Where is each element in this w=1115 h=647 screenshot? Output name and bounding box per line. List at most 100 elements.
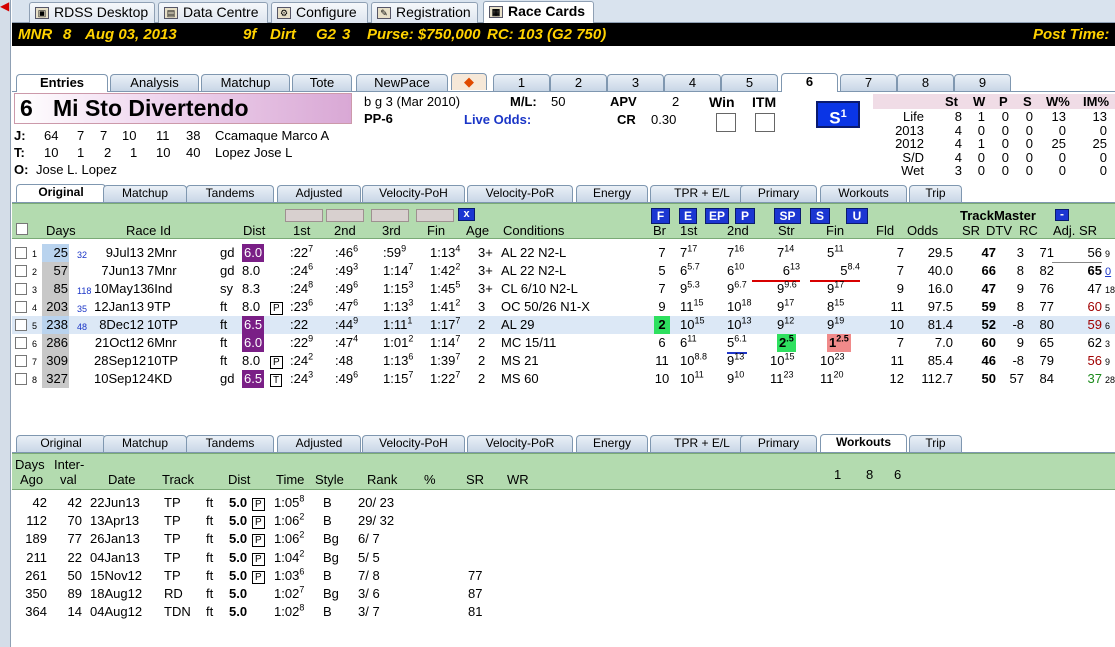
subtab-velocity-poh[interactable]: Velocity-PoH xyxy=(362,185,465,202)
subtab-adjusted[interactable]: Adjusted xyxy=(277,185,361,202)
select-all-checkbox[interactable] xyxy=(16,223,28,235)
col-call-3[interactable]: 3rd xyxy=(382,223,401,239)
tab-horse-5[interactable]: 5 xyxy=(721,74,778,91)
tab-configure[interactable]: ⚙ Configure xyxy=(271,2,368,23)
col-dtv[interactable]: DTV xyxy=(986,223,1012,239)
pace-filter-ep[interactable]: EP xyxy=(705,208,729,224)
tab-horse-9[interactable]: 9 xyxy=(954,74,1011,91)
subtab-trip[interactable]: Trip xyxy=(909,185,962,202)
filter-button-1[interactable] xyxy=(285,209,323,222)
filter-clear-button[interactable]: x xyxy=(458,208,475,221)
subtab-workouts[interactable]: Workouts xyxy=(820,185,907,202)
pp-row[interactable]: 6 286 21Oct12 6Mnr ft 6.0:229:474 1:012 1:147 2 M… xyxy=(12,334,1115,354)
race-id[interactable]: 10TP xyxy=(147,352,178,370)
tab-rdss-desktop[interactable]: ▣ RDSS Desktop xyxy=(29,2,155,23)
pace-filter-e[interactable]: E xyxy=(679,208,697,224)
filter-button-3[interactable] xyxy=(371,209,409,222)
race-id[interactable]: 10TP xyxy=(147,316,178,334)
filter-button-2[interactable] xyxy=(326,209,364,222)
pace-filter-f[interactable]: F xyxy=(651,208,670,224)
race-id[interactable]: 9TP xyxy=(147,298,171,316)
pp-row[interactable]: 4 203 35 12Jan13 9TP ft 8.0 P:236:476 1:133 1:412… xyxy=(12,298,1115,316)
race-date[interactable]: 21Oct12 xyxy=(94,334,144,352)
row-checkbox[interactable] xyxy=(15,247,27,259)
col-dist[interactable]: Dist xyxy=(243,223,265,239)
race-date[interactable]: 28Sep12 xyxy=(94,352,146,370)
pp-row[interactable]: 8 327 10Sep12 4KD gd 6.5 T:243:496 1:157 1:227 2 M… xyxy=(12,370,1115,388)
subtab-velocity-poh[interactable]: Velocity-PoH xyxy=(362,435,465,452)
row-checkbox[interactable] xyxy=(15,319,27,331)
workout-row[interactable]: 112 70 13Apr13 TP ft 5.0 P 1:062 B 29/ 32 xyxy=(12,512,612,530)
race-date[interactable]: 12Jan13 xyxy=(94,298,144,316)
workout-row[interactable]: 364 14 04Aug12 TDN ft 5.0 1:028 B 3/ 7 81 xyxy=(12,603,612,621)
tab-matchup[interactable]: Matchup xyxy=(201,74,290,91)
subtab-primary[interactable]: Primary xyxy=(740,435,817,452)
subtab-energy[interactable]: Energy xyxy=(576,185,648,202)
tab-horse-7[interactable]: 7 xyxy=(840,74,897,91)
subtab-velocity-por[interactable]: Velocity-PoR xyxy=(467,185,573,202)
subtab-tpr-e-l[interactable]: TPR + E/L xyxy=(650,185,754,202)
pace-filter-sp[interactable]: SP xyxy=(774,208,801,224)
subtab-matchup[interactable]: Matchup xyxy=(103,435,187,452)
workout-row[interactable]: 350 89 18Aug12 RD ft 5.0 1:027 Bg 3/ 6 87 xyxy=(12,585,612,603)
subtab-original[interactable]: Original xyxy=(16,184,106,202)
pp-row[interactable]: 1 25 32 9Jul13 2Mnr gd 6.0:227:466:599 1:134 3+ A… xyxy=(12,244,1115,263)
col-call-2[interactable]: 2nd xyxy=(334,223,356,239)
tab-race-cards[interactable]: ▦ Race Cards xyxy=(483,1,594,24)
race-id[interactable]: 6Mnr xyxy=(147,334,177,352)
row-checkbox[interactable] xyxy=(15,355,27,367)
col-br[interactable]: Br xyxy=(653,223,666,239)
col-call-1[interactable]: 1st xyxy=(293,223,310,239)
subtab-energy[interactable]: Energy xyxy=(576,435,648,452)
race-id[interactable]: 7Mnr xyxy=(147,262,177,280)
col-1st[interactable]: 1st xyxy=(680,223,697,239)
tab-horse-2[interactable]: 2 xyxy=(550,74,607,91)
row-checkbox[interactable] xyxy=(15,265,27,277)
tab-newpace[interactable]: NewPace xyxy=(356,74,448,91)
pace-filter-p[interactable]: P xyxy=(735,208,755,224)
back-arrow-icon[interactable]: ◀ xyxy=(0,0,12,12)
tab-data-centre[interactable]: ▤ Data Centre xyxy=(158,2,268,23)
col-rc[interactable]: RC xyxy=(1019,223,1038,239)
tab-entries[interactable]: Entries xyxy=(16,74,108,92)
pace-filter-s[interactable]: S xyxy=(810,208,830,224)
race-date[interactable]: 9Jul13 xyxy=(94,244,144,262)
row-checkbox[interactable] xyxy=(15,301,27,313)
col-fin-time[interactable]: Fin xyxy=(427,223,445,239)
col-sr[interactable]: SR xyxy=(962,223,980,239)
itm-checkbox[interactable] xyxy=(755,113,775,132)
col-conditions[interactable]: Conditions xyxy=(503,223,564,239)
race-date[interactable]: 10Sep12 xyxy=(94,370,146,388)
subtab-adjusted[interactable]: Adjusted xyxy=(277,435,361,452)
col-fin[interactable]: Fin xyxy=(826,223,844,239)
col-age[interactable]: Age xyxy=(466,223,489,239)
subtab-trip[interactable]: Trip xyxy=(909,435,962,452)
trainer-name[interactable]: Lopez Jose L xyxy=(215,145,292,161)
subtab-tandems[interactable]: Tandems xyxy=(186,435,274,452)
col-days[interactable]: Days xyxy=(46,223,76,239)
subtab-velocity-por[interactable]: Velocity-PoR xyxy=(467,435,573,452)
race-date[interactable]: 7Jun13 xyxy=(94,262,144,280)
jockey-name[interactable]: Ccamaque Marco A xyxy=(215,128,329,144)
workout-row[interactable]: 261 50 15Nov12 TP ft 5.0 P 1:036 B 7/ 8 77 xyxy=(12,567,612,585)
trackmaster-collapse-button[interactable]: - xyxy=(1055,208,1069,221)
col-fld[interactable]: Fld xyxy=(876,223,894,239)
col-adj-sr[interactable]: Adj. SR xyxy=(1053,223,1097,239)
row-checkbox[interactable] xyxy=(15,373,27,385)
pace-filter-u[interactable]: U xyxy=(846,208,868,224)
win-checkbox[interactable] xyxy=(716,113,736,132)
row-checkbox[interactable] xyxy=(15,337,27,349)
subtab-original[interactable]: Original xyxy=(16,435,106,452)
pp-row[interactable]: 7 309 28Sep12 10TP ft 8.0 P:242:48 1:136 1:397 2 M… xyxy=(12,352,1115,370)
speed-style-badge[interactable]: S1 xyxy=(816,101,860,128)
pp-row[interactable]: 3 85 118 10May13 6Ind sy 8.3:248:496 1:153 1:455… xyxy=(12,280,1115,298)
tab-horse-3[interactable]: 3 xyxy=(607,74,664,91)
tab-horse-8[interactable]: 8 xyxy=(897,74,954,91)
pace-map-button[interactable]: ◆ xyxy=(451,73,487,90)
row-checkbox[interactable] xyxy=(15,283,27,295)
race-id[interactable]: 2Mnr xyxy=(147,244,177,262)
race-date[interactable]: 8Dec12 xyxy=(94,316,144,334)
tab-registration[interactable]: ✎ Registration xyxy=(371,2,478,23)
race-id[interactable]: 6Ind xyxy=(147,280,172,298)
workout-row[interactable]: 42 42 22Jun13 TP ft 5.0 P 1:058 B 20/ 23 xyxy=(12,494,612,512)
